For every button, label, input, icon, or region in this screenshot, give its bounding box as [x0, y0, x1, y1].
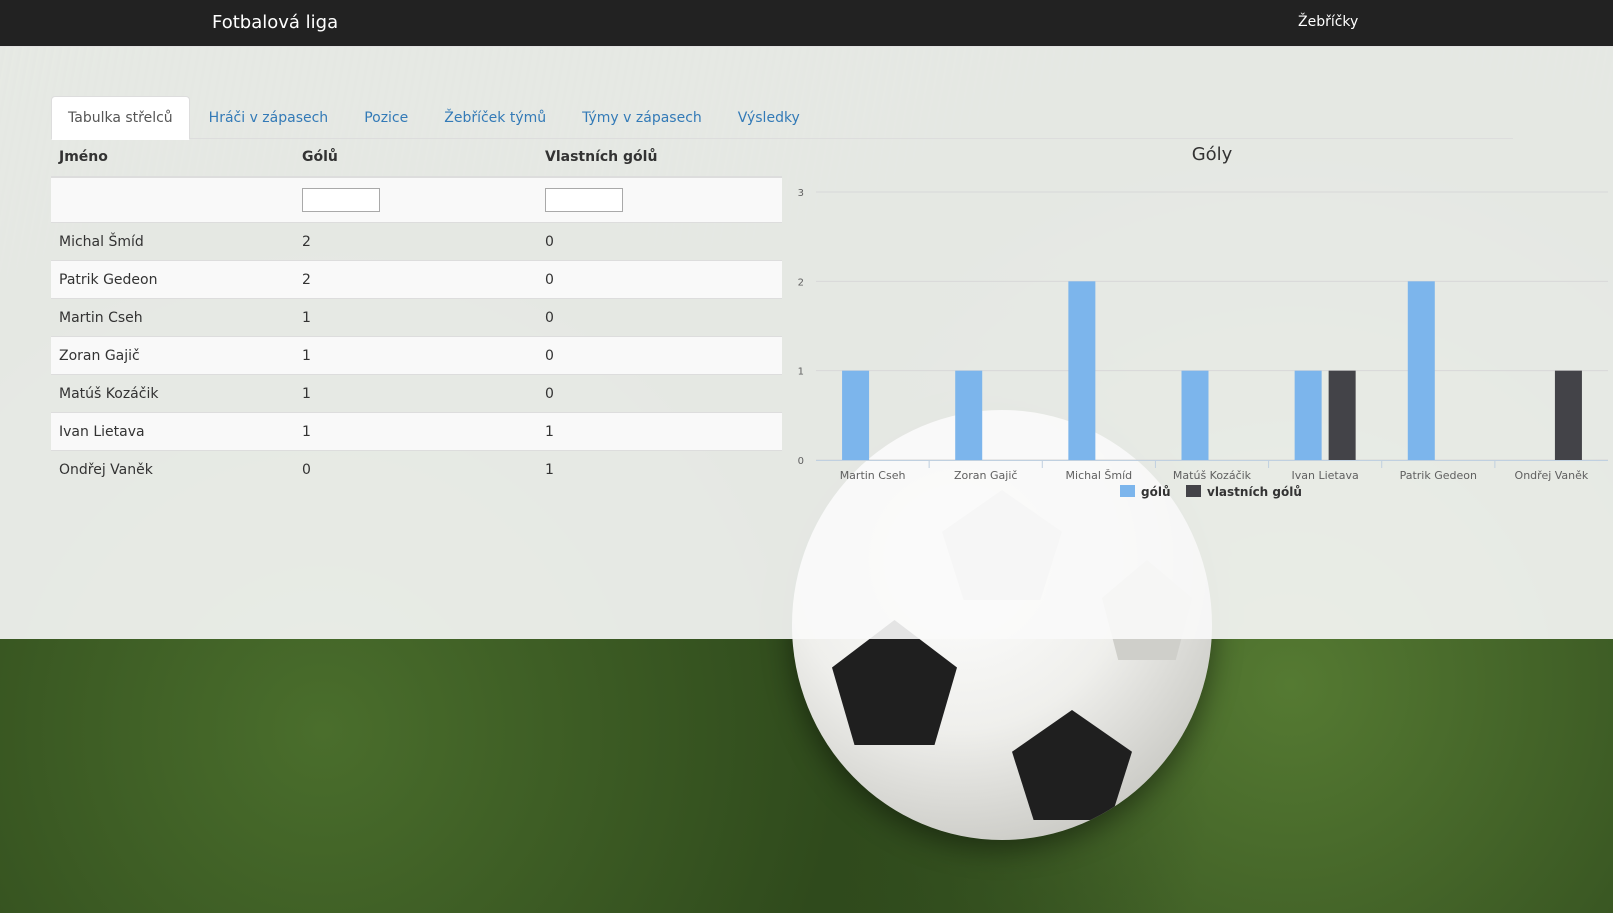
x-tick-label: Patrik Gedeon	[1400, 469, 1477, 482]
header-name[interactable]: Jméno	[51, 138, 294, 178]
bar-own-goals	[1554, 370, 1582, 460]
tab-bar: Tabulka střelců Hráči v zápasech Pozice …	[51, 96, 1513, 140]
x-tick-label: Ondřej Vaněk	[1515, 469, 1589, 482]
tab-scorers-table[interactable]: Tabulka střelců	[51, 96, 190, 140]
x-tick-label: Martin Cseh	[840, 469, 906, 482]
tab-players-in-matches[interactable]: Hráči v zápasech	[192, 96, 346, 139]
bar-goals	[1407, 281, 1435, 460]
table-row: Ivan Lietava 1 1	[51, 412, 782, 451]
legend-label-0: gólů	[1141, 485, 1171, 499]
cell-own-goals: 0	[537, 298, 782, 337]
bar-goals	[955, 370, 983, 460]
table-row: Ondřej Vaněk 0 1	[51, 450, 782, 488]
own-goals-filter-input[interactable]	[545, 188, 623, 212]
y-tick-label: 0	[798, 456, 804, 467]
cell-own-goals: 0	[537, 336, 782, 375]
cell-goals: 1	[294, 374, 537, 413]
table-row: Martin Cseh 1 0	[51, 298, 782, 337]
bar-own-goals	[1328, 370, 1356, 460]
cell-goals: 1	[294, 412, 537, 451]
cell-name: Martin Cseh	[51, 298, 294, 337]
table-row: Matúš Kozáčik 1 0	[51, 374, 782, 413]
x-tick-label: Michal Šmíd	[1066, 469, 1133, 482]
x-tick-label: Ivan Lietava	[1292, 469, 1359, 482]
cell-own-goals: 0	[537, 222, 782, 261]
filter-cell-goals	[294, 176, 537, 223]
cell-name: Michal Šmíd	[51, 222, 294, 261]
cell-own-goals: 0	[537, 260, 782, 299]
cell-own-goals: 1	[537, 450, 782, 488]
filter-cell-own-goals	[537, 176, 782, 223]
tab-results[interactable]: Výsledky	[721, 96, 817, 139]
table-header-row: Jméno Gólů Vlastních gólů	[51, 138, 782, 178]
legend-swatch-1	[1186, 485, 1201, 497]
cell-name: Patrik Gedeon	[51, 260, 294, 299]
chart-title: Góly	[1192, 144, 1233, 165]
filter-cell-empty	[51, 176, 294, 223]
header-goals[interactable]: Gólů	[294, 138, 537, 178]
cell-goals: 1	[294, 298, 537, 337]
header-own-goals[interactable]: Vlastních gólů	[537, 138, 782, 178]
x-tick-label: Matúš Kozáčik	[1173, 469, 1252, 482]
nav-link-rankings[interactable]: Žebříčky	[1298, 14, 1358, 30]
tab-teams-in-matches[interactable]: Týmy v zápasech	[565, 96, 719, 139]
legend-label-1: vlastních gólů	[1207, 485, 1302, 499]
tab-positions[interactable]: Pozice	[347, 96, 425, 139]
cell-own-goals: 0	[537, 374, 782, 413]
y-tick-label: 1	[798, 367, 804, 378]
brand-title[interactable]: Fotbalová liga	[212, 12, 338, 33]
bar-goals	[1068, 281, 1096, 460]
table-row: Patrik Gedeon 2 0	[51, 260, 782, 299]
cell-goals: 2	[294, 260, 537, 299]
tab-team-rankings[interactable]: Žebříček týmů	[427, 96, 563, 139]
cell-name: Ivan Lietava	[51, 412, 294, 451]
cell-goals: 1	[294, 336, 537, 375]
y-tick-label: 2	[798, 277, 804, 288]
goals-filter-input[interactable]	[302, 188, 380, 212]
goals-chart: Góly 0 1 2 3 Martin Cseh Zoran Gajič Michal Šmí…	[790, 138, 1610, 528]
x-tick-label: Zoran Gajič	[954, 469, 1017, 482]
bar-goals	[1181, 370, 1209, 460]
top-navbar: Fotbalová liga Žebříčky	[0, 0, 1613, 47]
cell-goals: 2	[294, 222, 537, 261]
scorers-table: Jméno Gólů Vlastních gólů Michal Šmíd 2 0 …	[51, 138, 782, 488]
cell-goals: 0	[294, 450, 537, 488]
cell-name: Ondřej Vaněk	[51, 450, 294, 488]
table-row: Zoran Gajič 1 0	[51, 336, 782, 375]
goals-chart-svg: Góly 0 1 2 3 Martin Cseh Zoran Gajič Michal Šmí…	[798, 144, 1608, 499]
y-tick-label: 3	[798, 188, 804, 199]
table-row: Michal Šmíd 2 0	[51, 222, 782, 261]
filter-row	[51, 176, 782, 223]
legend-swatch-0	[1120, 485, 1135, 497]
bar-goals	[842, 370, 870, 460]
bar-goals	[1294, 370, 1322, 460]
cell-name: Matúš Kozáčik	[51, 374, 294, 413]
cell-name: Zoran Gajič	[51, 336, 294, 375]
cell-own-goals: 1	[537, 412, 782, 451]
